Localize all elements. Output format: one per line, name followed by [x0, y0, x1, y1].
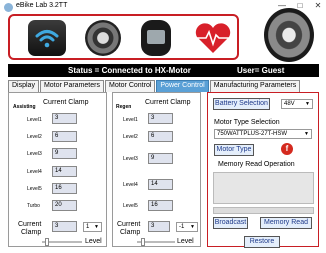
assisting-current-clamp-header: Current Clamp [43, 99, 89, 106]
restore-button[interactable]: Restore [244, 236, 280, 248]
app-icon [4, 3, 13, 12]
icon-banner [8, 14, 239, 60]
settings-panel: Battery Selection 48V ▼ Motor Type Selec… [207, 92, 319, 248]
hub-motor-icon[interactable] [85, 20, 121, 56]
tab-bar: Display Motor Parameters Motor Control P… [8, 80, 301, 92]
assisting-label: Assisting [13, 104, 36, 110]
wifi-icon[interactable] [28, 20, 66, 56]
motor-type-select-value: 750WATTPLUS-27T-HSW [217, 131, 288, 137]
memory-read-output [213, 172, 314, 204]
regen-panel: Regen Current Clamp Level1 3 Level2 6 Le… [112, 92, 201, 247]
assist-level5-input[interactable]: 16 [52, 183, 77, 194]
regen-level-select[interactable]: -1 ▼ [176, 222, 198, 232]
assist-level3-input[interactable]: 9 [52, 148, 77, 159]
close-icon[interactable]: ✕ [313, 1, 323, 10]
assisting-panel: Assisting Current Clamp Level1 3 Level2 … [8, 92, 107, 247]
assist-current-clamp-label-1: Current [18, 221, 42, 228]
chevron-down-icon: ▼ [94, 224, 99, 230]
assist-current-clamp-input[interactable]: 3 [52, 221, 77, 232]
assist-level3-label: Level3 [27, 151, 42, 157]
memory-read-button[interactable]: Memory Read [260, 217, 312, 229]
assist-level-slider-thumb[interactable] [45, 238, 49, 246]
regen-level2-label: Level2 [123, 134, 138, 140]
assist-level1-input[interactable]: 3 [52, 113, 77, 124]
regen-current-clamp-label-2: Clamp [120, 229, 141, 236]
assist-level-select[interactable]: 1 ▼ [83, 222, 102, 232]
regen-level5-label: Level5 [123, 203, 138, 209]
chevron-down-icon: ▼ [305, 101, 310, 107]
regen-level5-input[interactable]: 16 [148, 200, 173, 211]
memory-read-progress [213, 207, 314, 214]
assist-level5-label: Level5 [27, 186, 42, 192]
regen-level1-input[interactable]: 3 [148, 113, 173, 124]
regen-current-clamp-input[interactable]: 3 [148, 221, 170, 232]
battery-selection-button[interactable]: Battery Selection [213, 98, 270, 110]
regen-level2-input[interactable]: 6 [148, 131, 173, 142]
motor-type-button[interactable]: Motor Type [214, 144, 254, 156]
fx-icon[interactable]: f [281, 143, 293, 155]
motor-type-selection-label: Motor Type Selection [214, 119, 280, 126]
assist-level4-input[interactable]: 14 [52, 166, 77, 177]
window-title: eBike Lab 3.2TT [16, 2, 68, 9]
assist-level-select-value: 1 [86, 224, 90, 230]
lcd-display-icon[interactable] [141, 20, 171, 56]
assist-level4-label: Level4 [27, 169, 42, 175]
regen-level-label: Level [177, 238, 194, 245]
tab-display[interactable]: Display [8, 80, 39, 92]
regen-level1-label: Level1 [123, 117, 138, 123]
memory-read-operation-label: Memory Read Operation [218, 161, 295, 168]
heart-rate-icon[interactable] [191, 20, 235, 56]
regen-level4-label: Level4 [123, 182, 138, 188]
assist-turbo-input[interactable]: 20 [52, 200, 77, 211]
assist-level2-input[interactable]: 6 [52, 131, 77, 142]
chevron-down-icon: ▼ [304, 131, 309, 137]
chevron-down-icon: ▼ [190, 224, 195, 230]
connection-status: Status = Connected to HX-Motor [68, 66, 191, 75]
regen-level4-input[interactable]: 14 [148, 179, 173, 190]
tab-motor-control[interactable]: Motor Control [104, 80, 156, 92]
tab-power-control[interactable]: Power Control [156, 80, 209, 92]
battery-select[interactable]: 48V ▼ [281, 99, 313, 109]
tab-motor-parameters[interactable]: Motor Parameters [39, 80, 104, 92]
regen-current-clamp-label-1: Current [117, 221, 141, 228]
regen-level-select-value: -1 [179, 224, 185, 230]
large-hub-motor-icon [264, 8, 314, 62]
status-bar: Status = Connected to HX-Motor User= Gue… [8, 64, 319, 77]
assist-level2-label: Level2 [27, 134, 42, 140]
regen-level-slider-thumb[interactable] [141, 238, 145, 246]
regen-level3-input[interactable]: 9 [148, 153, 173, 164]
broadcast-button[interactable]: Broadcast [213, 217, 248, 229]
assist-current-clamp-label-2: Clamp [21, 229, 42, 236]
assist-turbo-label: Turbo [27, 203, 40, 209]
battery-select-value: 48V [284, 101, 295, 107]
tab-manufacturing-parameters[interactable]: Manufacturing Parameters [209, 80, 301, 92]
regen-label: Regen [116, 104, 132, 110]
regen-level3-label: Level3 [123, 156, 138, 162]
regen-current-clamp-header: Current Clamp [145, 99, 191, 106]
user-status: User= Guest [237, 66, 285, 75]
assist-level1-label: Level1 [27, 117, 42, 123]
assist-level-label: Level [85, 238, 102, 245]
motor-type-select[interactable]: 750WATTPLUS-27T-HSW ▼ [214, 129, 312, 139]
